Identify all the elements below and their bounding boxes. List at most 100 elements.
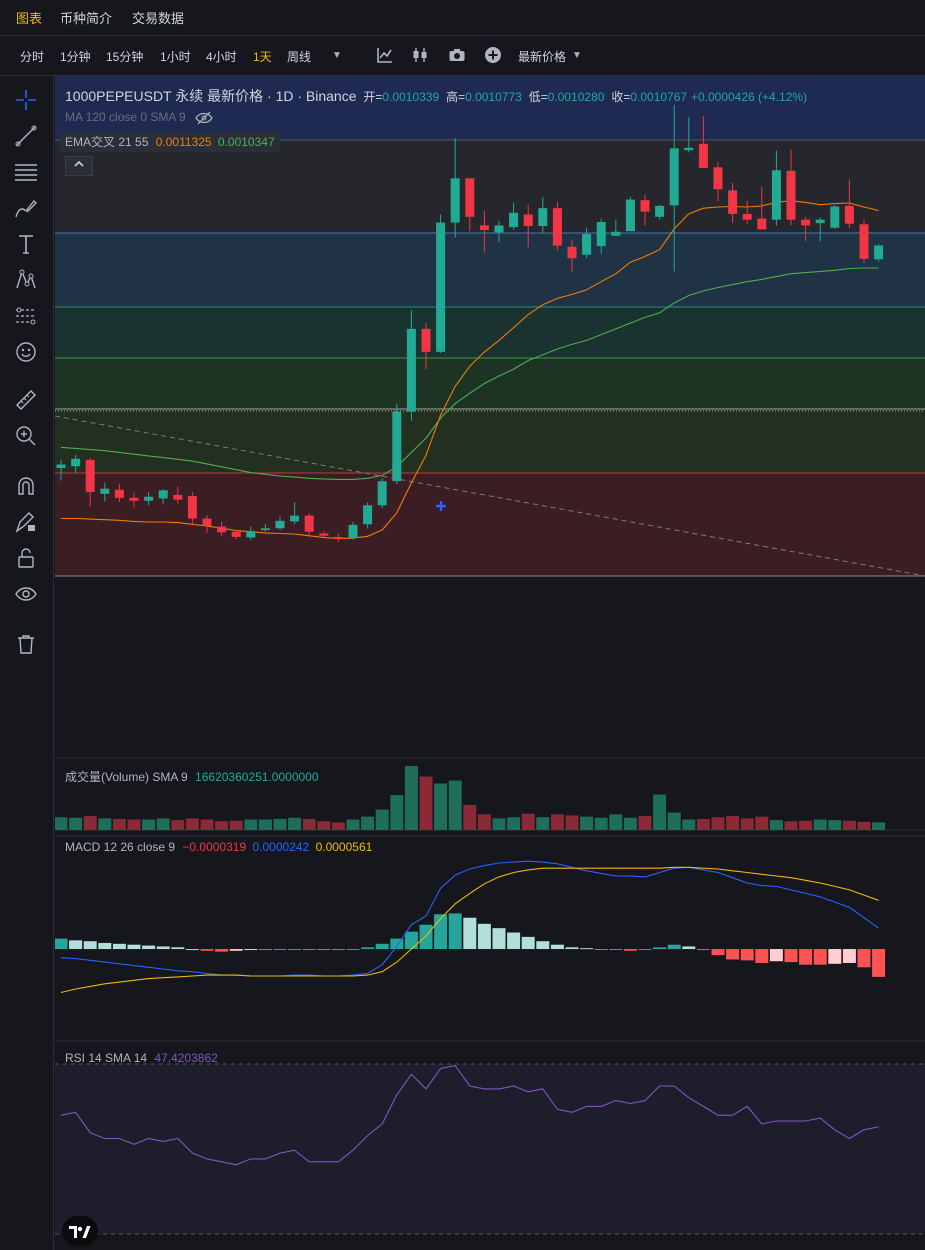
candle-body — [436, 222, 446, 352]
crosshair-icon[interactable] — [14, 88, 38, 112]
candle-body — [640, 200, 650, 212]
tab-chart[interactable]: 图表 — [16, 8, 42, 27]
open-label: 开= — [363, 90, 383, 104]
legend-collapse-button[interactable] — [65, 156, 93, 176]
tab-trading-data[interactable]: 交易数据 — [132, 8, 184, 27]
timeframe-dropdown-chevron-icon[interactable]: ▼ — [332, 50, 342, 61]
timeframe-line[interactable]: 分时 — [20, 48, 44, 65]
rsi-legend[interactable]: RSI 14 SMA 14 47.4203862 — [65, 1051, 218, 1065]
camera-icon[interactable] — [448, 46, 466, 64]
candle-body — [85, 459, 95, 493]
tab-coin-info[interactable]: 币种简介 — [60, 8, 112, 27]
volume-bar — [726, 816, 740, 830]
macd-hist-value: −0.0000319 — [182, 840, 247, 854]
magnet-icon[interactable] — [14, 474, 38, 498]
pattern-icon[interactable] — [14, 268, 38, 292]
volume-bar — [244, 819, 258, 830]
high-value: 0.0010773 — [465, 90, 522, 104]
macd-hist-bar — [185, 949, 199, 951]
drawing-toolbar — [0, 76, 54, 1250]
macd-label: MACD 12 26 close 9 — [65, 840, 176, 854]
volume-bar — [375, 809, 389, 830]
candle-body — [771, 170, 781, 220]
volume-bar — [550, 814, 564, 830]
low-label: 低= — [528, 90, 548, 104]
unlock-icon[interactable] — [14, 546, 38, 570]
volume-bar — [872, 822, 886, 830]
volume-bar — [185, 818, 199, 830]
volume-bar — [171, 820, 185, 830]
trendline-icon[interactable] — [14, 124, 38, 148]
volume-bar — [711, 817, 725, 830]
eye-hidden-icon[interactable] — [195, 111, 213, 125]
macd-hist-bar — [404, 931, 418, 950]
timeframe-1m[interactable]: 1分钟 — [60, 48, 91, 65]
timeframe-1h[interactable]: 1小时 — [160, 48, 191, 65]
ema-label: EMA交叉 21 55 — [65, 135, 149, 149]
candle-body — [348, 524, 358, 539]
volume-bar — [258, 819, 272, 830]
macd-hist-bar — [463, 917, 477, 950]
volume-bar — [98, 818, 112, 830]
timeframe-weekly[interactable]: 周线 — [287, 48, 311, 65]
price-type-select[interactable]: 最新价格 — [518, 48, 566, 65]
macd-hist-bar — [375, 943, 389, 950]
candle-body — [319, 533, 329, 536]
chevron-up-icon — [74, 160, 84, 167]
macd-hist-bar — [273, 949, 287, 951]
macd-hist-bar — [434, 914, 448, 950]
lock-drawing-icon[interactable] — [14, 510, 38, 534]
candle-body — [596, 221, 606, 247]
add-icon[interactable] — [484, 46, 502, 64]
text-icon[interactable] — [14, 232, 38, 256]
timeframe-4h[interactable]: 4小时 — [206, 48, 237, 65]
candle-body — [144, 496, 154, 501]
macd-hist-bar — [799, 949, 813, 965]
volume-bar — [302, 818, 316, 830]
volume-bar — [580, 816, 594, 830]
volume-bar — [331, 822, 345, 830]
volume-bar — [83, 816, 97, 830]
volume-bar — [682, 819, 696, 830]
macd-hist-bar — [769, 949, 783, 962]
macd-hist-bar — [696, 949, 710, 951]
candle-body — [538, 208, 548, 226]
volume-bar — [463, 804, 477, 830]
macd-legend[interactable]: MACD 12 26 close 9 −0.0000319 0.0000242 … — [65, 840, 372, 854]
candle-body — [874, 245, 884, 260]
top-nav: 图表 币种简介 交易数据 — [0, 0, 925, 36]
price-type-chevron-icon[interactable]: ▼ — [572, 50, 582, 61]
chart-canvas[interactable] — [55, 76, 925, 1250]
trash-icon[interactable] — [14, 632, 38, 656]
forecast-icon[interactable] — [14, 304, 38, 328]
volume-legend[interactable]: 成交量(Volume) SMA 9 16620360251.0000000 — [65, 768, 319, 785]
timeframe-1d[interactable]: 1天 — [253, 48, 272, 65]
macd-hist-bar — [83, 941, 97, 950]
ruler-icon[interactable] — [14, 388, 38, 412]
ma-legend[interactable]: MA 120 close 0 SMA 9 — [65, 110, 213, 125]
emoji-icon[interactable] — [14, 340, 38, 364]
eye-icon[interactable] — [14, 582, 38, 606]
macd-hist-bar — [550, 944, 564, 950]
candle-body — [363, 505, 373, 525]
zoom-in-icon[interactable] — [14, 424, 38, 448]
symbol-title: 1000PEPEUSDT 永续 最新价格 · 1D · Binance — [65, 88, 357, 104]
ema-legend[interactable]: EMA交叉 21 55 0.0011325 0.0010347 — [60, 131, 280, 152]
close-value: 0.0010767 — [630, 90, 688, 104]
timeframe-15m[interactable]: 15分钟 — [106, 48, 143, 65]
volume-bar — [404, 766, 418, 830]
tradingview-logo[interactable] — [62, 1216, 98, 1246]
fib-lines-icon[interactable] — [14, 160, 38, 184]
candle-body — [801, 219, 811, 226]
volume-bar — [565, 815, 579, 830]
candle-body — [625, 199, 635, 232]
rsi-label: RSI 14 SMA 14 — [65, 1051, 148, 1065]
indicator-icon[interactable] — [376, 46, 394, 64]
candle-type-icon[interactable] — [411, 46, 429, 64]
candle-body — [187, 496, 197, 519]
macd-hist-bar — [842, 949, 856, 963]
macd-hist-bar — [857, 949, 871, 968]
candle-body — [377, 481, 387, 506]
macd-hist-bar — [653, 947, 667, 950]
brush-icon[interactable] — [14, 196, 38, 220]
